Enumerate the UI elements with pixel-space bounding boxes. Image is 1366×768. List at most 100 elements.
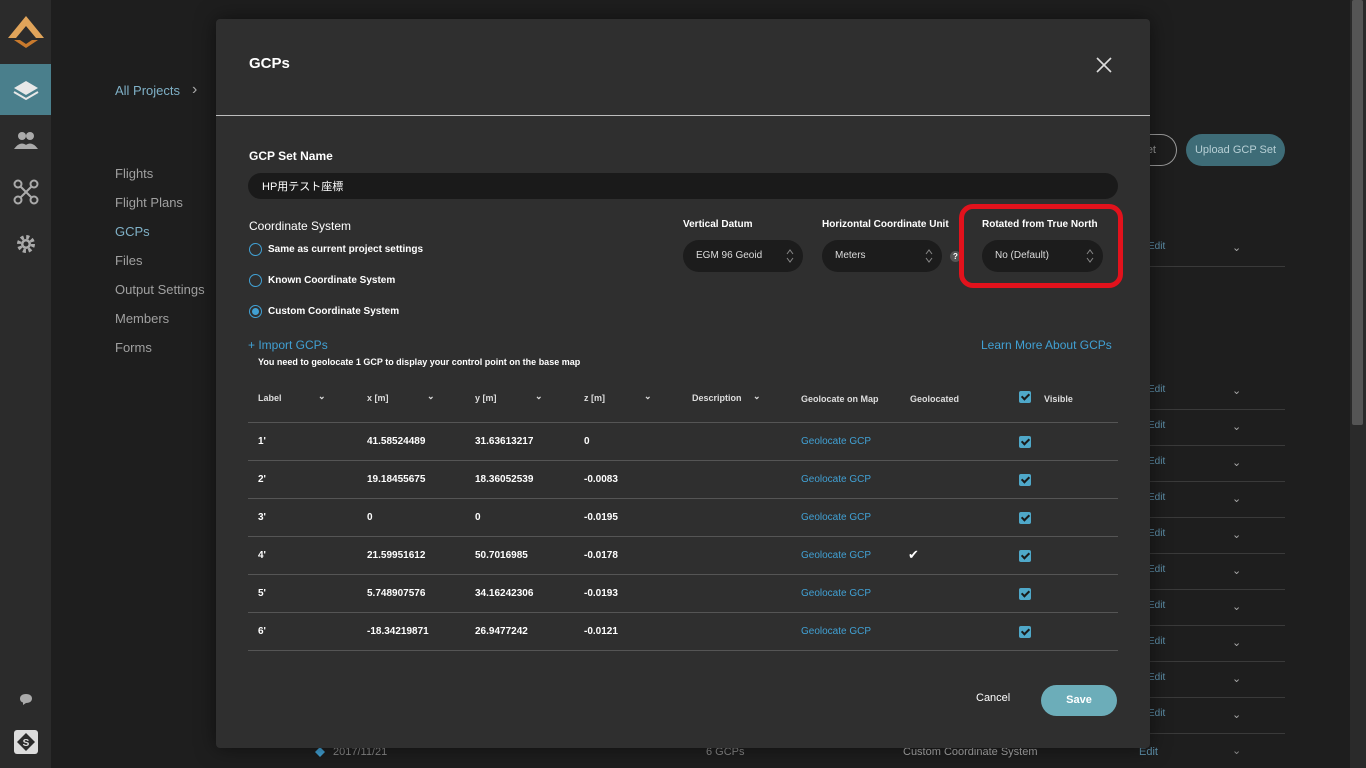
nav-members[interactable]: Members xyxy=(115,311,205,340)
radio-label: Custom Coordinate System xyxy=(268,306,400,317)
settings-icon[interactable] xyxy=(12,230,40,258)
geolocate-gcp-link[interactable]: Geolocate GCP xyxy=(801,588,871,599)
drone-icon[interactable] xyxy=(12,178,40,206)
gcp-set-name-label: GCP Set Name xyxy=(249,149,333,163)
visible-checkbox[interactable] xyxy=(1019,474,1031,486)
nav-flight-plans[interactable]: Flight Plans xyxy=(115,195,205,224)
horizontal-unit-select[interactable]: Meters xyxy=(822,240,942,272)
coordinate-system-label: Coordinate System xyxy=(249,219,352,233)
visible-checkbox[interactable] xyxy=(1019,588,1031,600)
bg-edit-link[interactable]: Edit xyxy=(1148,600,1165,611)
radio-button-selected[interactable] xyxy=(249,305,262,318)
nav-flights[interactable]: Flights xyxy=(115,166,205,195)
cell-z: -0.0178 xyxy=(584,550,618,561)
bg-edit-link[interactable]: Edit xyxy=(1148,241,1165,252)
nav-gcps[interactable]: GCPs xyxy=(115,224,205,253)
bg-table-row: Edit ⌄ xyxy=(1148,626,1285,662)
chevron-down-icon[interactable]: ⌄ xyxy=(1232,672,1241,685)
cell-label: 1' xyxy=(258,436,266,447)
save-button[interactable]: Save xyxy=(1041,685,1117,716)
vertical-datum-select[interactable]: EGM 96 Geoid xyxy=(683,240,803,272)
chat-icon[interactable] xyxy=(12,685,40,713)
upload-gcp-set-button[interactable]: Upload GCP Set xyxy=(1186,134,1285,166)
table-row: 5' 5.748907576 34.16242306 -0.0193 Geolo… xyxy=(248,575,1118,613)
header-x[interactable]: x [m] xyxy=(367,393,389,403)
sort-chevron-icon[interactable]: ⌄ xyxy=(427,391,435,402)
bg-edit-link[interactable]: Edit xyxy=(1148,456,1165,467)
bg-edit-link[interactable]: Edit xyxy=(1148,708,1165,719)
header-y[interactable]: y [m] xyxy=(475,393,497,403)
cell-x: -18.34219871 xyxy=(367,626,429,637)
cancel-button[interactable]: Cancel xyxy=(976,692,1010,704)
bg-edit-link[interactable]: Edit xyxy=(1148,384,1165,395)
geolocate-gcp-link[interactable]: Geolocate GCP xyxy=(801,474,871,485)
sort-chevron-icon[interactable]: ⌄ xyxy=(318,391,326,402)
app-badge-icon[interactable]: S xyxy=(12,728,40,756)
header-description[interactable]: Description xyxy=(692,393,742,403)
scrollbar-thumb[interactable] xyxy=(1352,0,1363,425)
chevron-down-icon[interactable]: ⌄ xyxy=(1232,564,1241,577)
visible-checkbox[interactable] xyxy=(1019,626,1031,638)
chevron-down-icon[interactable]: ⌄ xyxy=(1232,636,1241,649)
chevron-down-icon[interactable]: ⌄ xyxy=(1232,600,1241,613)
visible-checkbox[interactable] xyxy=(1019,512,1031,524)
visible-checkbox[interactable] xyxy=(1019,436,1031,448)
import-gcps-link[interactable]: + Import GCPs xyxy=(248,338,328,352)
bg-table-row: Edit ⌄ xyxy=(1148,374,1285,410)
chevron-down-icon[interactable]: ⌄ xyxy=(1232,456,1241,469)
nav-output-settings[interactable]: Output Settings xyxy=(115,282,205,311)
logo-icon[interactable] xyxy=(6,12,46,52)
geolocate-gcp-link[interactable]: Geolocate GCP xyxy=(801,512,871,523)
radio-known-coordinate-system[interactable]: Known Coordinate System xyxy=(249,274,395,287)
bg-edit-link[interactable]: Edit xyxy=(1148,492,1165,503)
sort-chevron-icon[interactable]: ⌄ xyxy=(753,391,761,402)
radio-button[interactable] xyxy=(249,274,262,287)
select-arrows-icon xyxy=(786,249,794,263)
bg-edit-link[interactable]: Edit xyxy=(1148,636,1165,647)
chevron-down-icon[interactable]: ⌄ xyxy=(1232,744,1241,757)
visible-checkbox[interactable] xyxy=(1019,550,1031,562)
chevron-down-icon[interactable]: ⌄ xyxy=(1232,420,1241,433)
radio-custom-coordinate-system[interactable]: Custom Coordinate System xyxy=(249,305,399,318)
nav-forms[interactable]: Forms xyxy=(115,340,205,369)
bg-table-row: Edit ⌄ xyxy=(1148,231,1285,267)
geolocate-gcp-link[interactable]: Geolocate GCP xyxy=(801,436,871,447)
visible-all-checkbox[interactable] xyxy=(1019,391,1031,403)
bg-last-row-diamond-icon xyxy=(314,746,326,761)
cell-z: -0.0195 xyxy=(584,512,618,523)
geolocate-gcp-link[interactable]: Geolocate GCP xyxy=(801,550,871,561)
chevron-down-icon[interactable]: ⌄ xyxy=(1232,384,1241,397)
close-icon[interactable] xyxy=(1094,55,1114,75)
cell-x: 41.58524489 xyxy=(367,436,426,447)
cell-y: 34.16242306 xyxy=(475,588,534,599)
geolocate-gcp-link[interactable]: Geolocate GCP xyxy=(801,626,871,637)
bg-edit-link[interactable]: Edit xyxy=(1148,420,1165,431)
bg-table-row: Edit ⌄ xyxy=(1148,590,1285,626)
chevron-down-icon[interactable]: ⌄ xyxy=(1232,708,1241,721)
chevron-down-icon[interactable]: ⌄ xyxy=(1232,528,1241,541)
bg-edit-link[interactable]: Edit xyxy=(1148,672,1165,683)
chevron-down-icon[interactable]: ⌄ xyxy=(1232,241,1241,254)
radio-button[interactable] xyxy=(249,243,262,256)
bg-edit-link[interactable]: Edit xyxy=(1148,564,1165,575)
header-label[interactable]: Label xyxy=(258,393,282,403)
sort-chevron-icon[interactable]: ⌄ xyxy=(535,391,543,402)
cell-x: 21.59951612 xyxy=(367,550,426,561)
cell-label: 6' xyxy=(258,626,266,637)
cell-y: 50.7016985 xyxy=(475,550,528,561)
project-side-nav: Flights Flight Plans GCPs Files Output S… xyxy=(115,166,205,369)
cell-y: 18.36052539 xyxy=(475,474,534,485)
bg-table-row: Edit ⌄ xyxy=(1148,554,1285,590)
table-row: 2' 19.18455675 18.36052539 -0.0083 Geolo… xyxy=(248,461,1118,499)
header-z[interactable]: z [m] xyxy=(584,393,605,403)
users-icon[interactable] xyxy=(12,126,40,154)
layers-icon[interactable] xyxy=(12,76,40,104)
chevron-down-icon[interactable]: ⌄ xyxy=(1232,492,1241,505)
bg-edit-link[interactable]: Edit xyxy=(1148,528,1165,539)
learn-more-link[interactable]: Learn More About GCPs xyxy=(981,338,1112,352)
sort-chevron-icon[interactable]: ⌄ xyxy=(644,391,652,402)
gcp-set-name-input[interactable] xyxy=(248,173,1118,199)
radio-same-as-project[interactable]: Same as current project settings xyxy=(249,243,423,256)
nav-files[interactable]: Files xyxy=(115,253,205,282)
breadcrumb-all-projects[interactable]: All Projects xyxy=(115,83,180,98)
